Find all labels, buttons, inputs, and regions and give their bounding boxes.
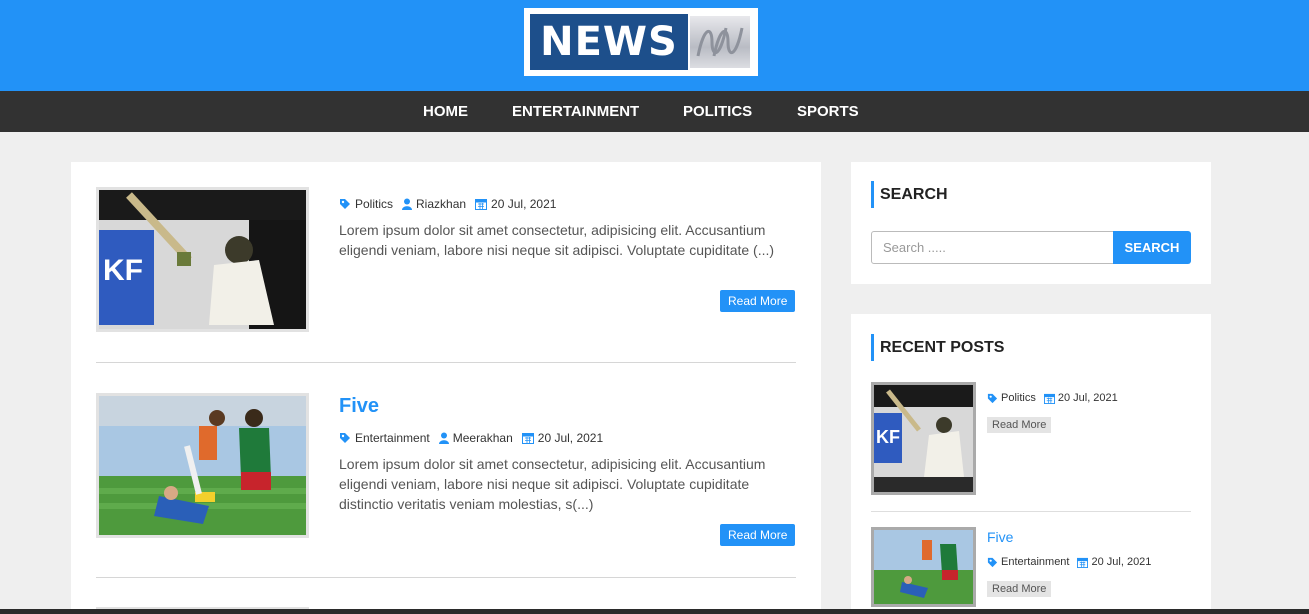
calendar-icon [475, 199, 488, 210]
calendar-icon [1043, 393, 1055, 404]
category-label: Entertainment [1001, 556, 1070, 568]
nav-item-politics[interactable]: POLITICS [683, 91, 752, 132]
category-label: Politics [355, 197, 394, 211]
site-header: NEWS [0, 0, 1309, 91]
date-label: 20 Jul, 2021 [537, 431, 604, 445]
search-widget: SEARCH Search ..... SEARCH [851, 162, 1211, 284]
user-icon [438, 432, 449, 444]
svg-text:KF: KF [876, 427, 900, 447]
abc-logo-icon [690, 16, 750, 68]
read-more-button[interactable]: Read More [720, 524, 796, 546]
post-item: Five Entertainment Meerakhan 20 Jul, 202… [96, 393, 796, 563]
nav-item-home[interactable]: HOME [423, 91, 468, 132]
tag-icon [987, 557, 998, 567]
recent-post-thumbnail[interactable] [871, 527, 976, 607]
recent-read-more-button[interactable]: Read More [987, 417, 1052, 433]
tag-icon [340, 199, 350, 209]
tag-icon [340, 433, 350, 443]
recent-read-more-button[interactable]: Read More [987, 581, 1052, 597]
post-author[interactable]: Meerakhan [438, 431, 513, 445]
recent-post-meta: Politics 20 Jul, 2021 [987, 392, 1126, 404]
author-label: Riazkhan [416, 197, 467, 211]
read-more-button[interactable]: Read More [720, 290, 796, 312]
recent-post-date: 20 Jul, 2021 [1043, 392, 1118, 404]
post-author[interactable]: Riazkhan [402, 197, 466, 211]
post-excerpt: Lorem ipsum dolor sit amet consectetur, … [339, 222, 775, 258]
post-category[interactable]: Politics [339, 197, 393, 211]
recent-posts-title: RECENT POSTS [871, 334, 1004, 361]
football-image-icon [874, 530, 973, 604]
recent-post-category[interactable]: Entertainment [987, 556, 1069, 568]
nav-item-entertainment[interactable]: ENTERTAINMENT [512, 91, 639, 132]
tag-icon [987, 393, 998, 403]
football-image-icon [99, 396, 306, 535]
post-meta: Politics Riazkhan 20 Jul, 2021 [339, 197, 565, 211]
recent-post-title[interactable]: Five [987, 529, 1013, 545]
site-logo[interactable]: NEWS [524, 8, 758, 76]
post-category[interactable]: Entertainment [339, 431, 430, 445]
date-label: 20 Jul, 2021 [1091, 556, 1152, 568]
user-icon [402, 198, 413, 210]
date-label: 20 Jul, 2021 [491, 197, 557, 211]
svg-text:KF: KF [103, 254, 143, 287]
bottom-scroll-strip [0, 609, 1309, 614]
calendar-icon [1077, 557, 1089, 568]
post-excerpt: Lorem ipsum dolor sit amet consectetur, … [339, 456, 766, 512]
calendar-icon [521, 433, 534, 444]
posts-feed: KF Politics Riazkhan 20 Jul, 2021 Lorem … [71, 162, 821, 614]
main-nav: HOME ENTERTAINMENT POLITICS SPORTS [0, 91, 1309, 132]
cricket-image-icon: KF [874, 385, 973, 492]
recent-post-item: Five Entertainment 20 Jul, 2021 Read Mor… [871, 527, 1191, 607]
recent-posts-widget: RECENT POSTS KF Politics 20 Jul, 2021 Re… [851, 314, 1211, 614]
post-thumbnail[interactable]: KF [96, 187, 309, 332]
logo-news-text: NEWS [530, 14, 688, 70]
post-thumbnail[interactable] [96, 393, 309, 538]
post-title[interactable]: Five [339, 395, 379, 418]
recent-post-date: 20 Jul, 2021 [1077, 556, 1151, 568]
category-label: Politics [1001, 392, 1036, 404]
post-divider [96, 362, 796, 363]
date-label: 20 Jul, 2021 [1057, 392, 1118, 404]
search-widget-title: SEARCH [871, 181, 948, 208]
category-label: Entertainment [355, 431, 430, 445]
recent-divider [871, 511, 1191, 512]
nav-item-sports[interactable]: SPORTS [797, 91, 859, 132]
recent-post-category[interactable]: Politics [987, 392, 1036, 404]
author-label: Meerakhan [452, 431, 513, 445]
recent-post-thumbnail[interactable]: KF [871, 382, 976, 495]
post-item: KF Politics Riazkhan 20 Jul, 2021 Lorem … [96, 187, 796, 357]
search-input[interactable]: Search ..... [871, 231, 1114, 264]
post-meta: Entertainment Meerakhan 20 Jul, 2021 [339, 431, 612, 445]
post-date: 20 Jul, 2021 [475, 197, 556, 211]
cricket-image-icon: KF [99, 190, 306, 329]
post-divider [96, 577, 796, 578]
search-button[interactable]: SEARCH [1113, 231, 1191, 264]
recent-post-meta: Entertainment 20 Jul, 2021 [987, 556, 1159, 568]
recent-post-item: KF Politics 20 Jul, 2021 Read More [871, 382, 1191, 497]
post-date: 20 Jul, 2021 [521, 431, 604, 445]
